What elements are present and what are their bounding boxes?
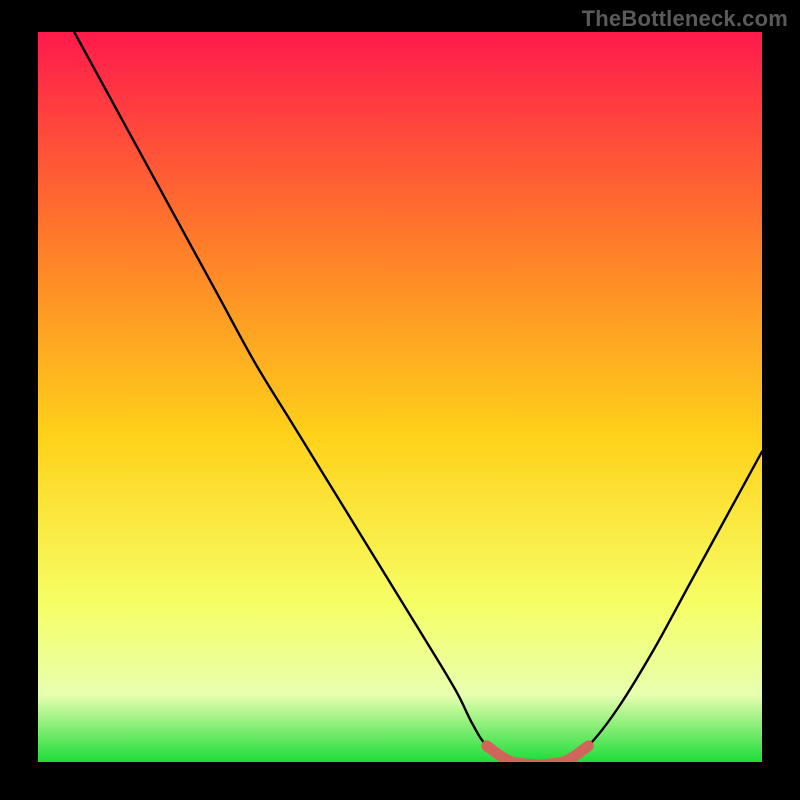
bottom-black-bar	[0, 762, 800, 800]
chart-frame: TheBottleneck.com	[0, 0, 800, 800]
plot-area	[38, 32, 762, 768]
gradient-background	[38, 32, 762, 768]
bottleneck-plot-svg	[38, 32, 762, 768]
watermark-text: TheBottleneck.com	[582, 6, 788, 32]
